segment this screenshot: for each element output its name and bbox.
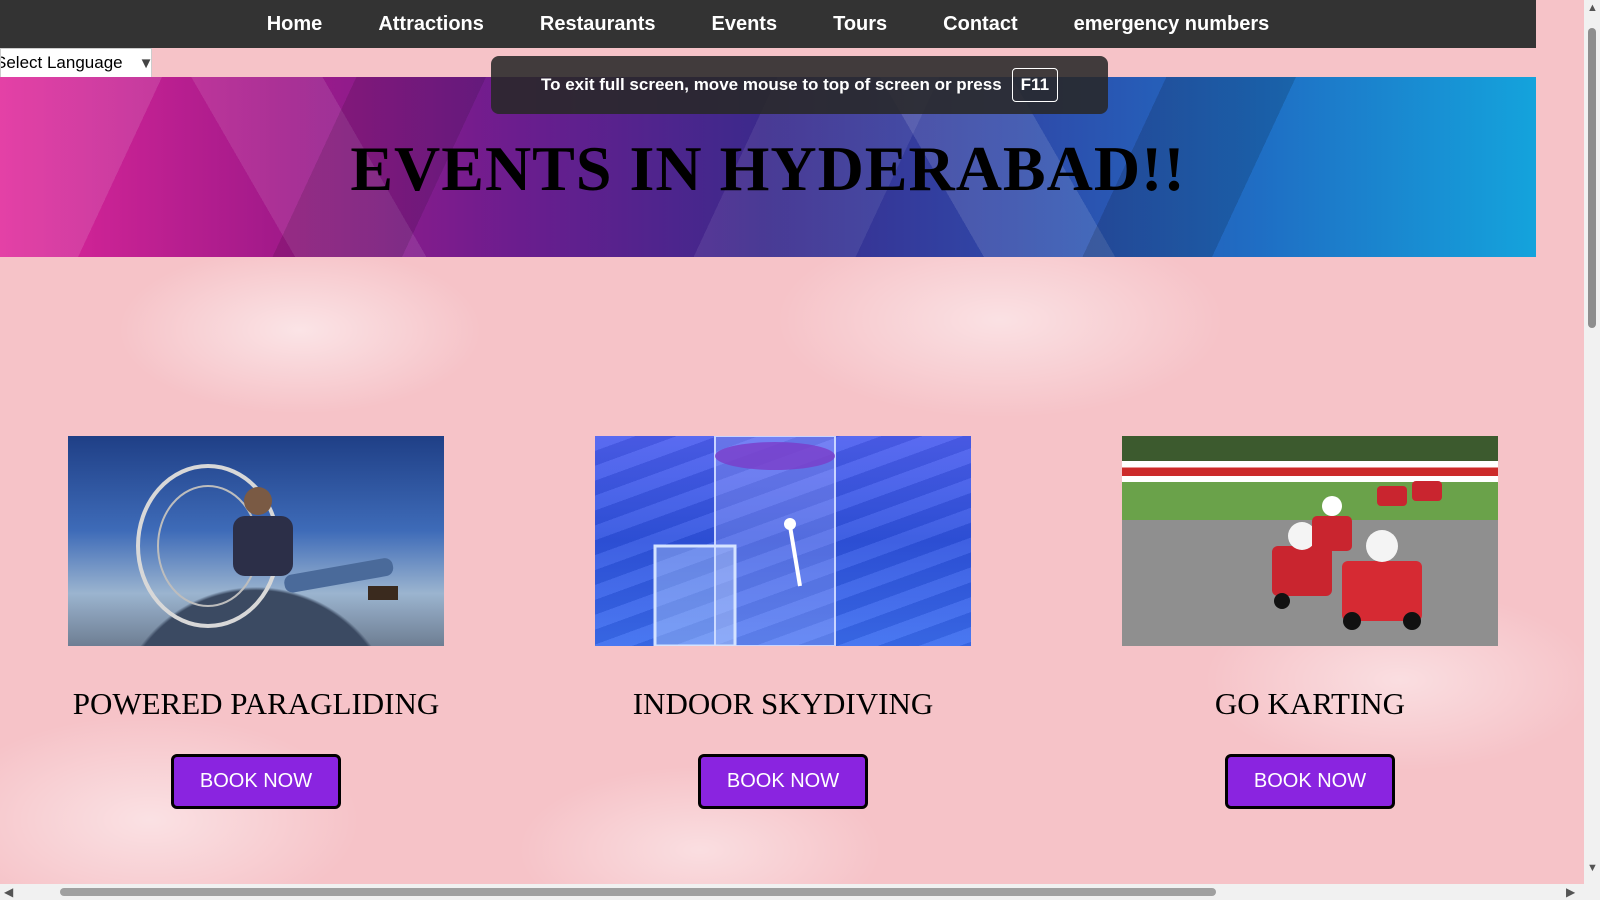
event-title: POWERED PARAGLIDING	[72, 686, 440, 721]
horizontal-scrollbar[interactable]: ◀ ▶	[0, 884, 1584, 900]
horizontal-scroll-thumb[interactable]	[60, 888, 1216, 896]
scroll-right-arrow-icon[interactable]: ▶	[1566, 884, 1575, 900]
scroll-up-arrow-icon[interactable]: ▲	[1587, 2, 1598, 14]
paragliding-photo	[68, 436, 444, 646]
nav-restaurants-link[interactable]: Restaurants	[512, 13, 684, 36]
karting-photo	[1122, 436, 1498, 646]
event-card-paragliding: POWERED PARAGLIDING BOOK NOW	[68, 436, 444, 809]
nav-contact-link[interactable]: Contact	[915, 13, 1045, 36]
nav-home-link[interactable]: Home	[239, 13, 351, 36]
f11-key-badge: F11	[1011, 68, 1059, 102]
triangle-down-icon: ▼	[138, 54, 152, 72]
event-card-karting: GO KARTING BOOK NOW	[1122, 436, 1498, 809]
skydiving-photo	[595, 436, 971, 646]
vertical-scroll-thumb[interactable]	[1588, 28, 1596, 328]
nav-events-link[interactable]: Events	[684, 13, 806, 36]
paragliding-illustration	[136, 464, 398, 628]
karting-illustration	[1272, 481, 1442, 630]
nav-emergency-numbers-link[interactable]: emergency numbers	[1046, 13, 1298, 36]
fullscreen-notice: To exit full screen, move mouse to top o…	[491, 56, 1108, 114]
event-title: GO KARTING	[1214, 686, 1406, 721]
fullscreen-notice-text: To exit full screen, move mouse to top o…	[540, 75, 1002, 94]
skydiving-illustration	[653, 436, 836, 646]
event-card-skydiving: INDOOR SKYDIVING BOOK NOW	[595, 436, 971, 809]
vertical-scrollbar[interactable]: ▲ ▼	[1584, 0, 1600, 900]
top-navbar: Home Attractions Restaurants Events Tour…	[0, 0, 1536, 48]
language-select[interactable]: Select Language ▼	[0, 48, 152, 78]
book-now-button[interactable]: BOOK NOW	[697, 754, 869, 809]
nav-attractions-link[interactable]: Attractions	[350, 13, 512, 36]
language-select-label: Select Language	[0, 53, 123, 72]
book-now-button[interactable]: BOOK NOW	[170, 754, 342, 809]
event-title: INDOOR SKYDIVING	[632, 686, 934, 721]
book-now-button[interactable]: BOOK NOW	[1224, 754, 1396, 809]
scroll-down-arrow-icon[interactable]: ▼	[1587, 862, 1598, 874]
nav-tours-link[interactable]: Tours	[805, 13, 915, 36]
page-title: EVENTS IN HYDERABAD!!	[350, 133, 1186, 204]
scroll-left-arrow-icon[interactable]: ◀	[4, 884, 13, 900]
